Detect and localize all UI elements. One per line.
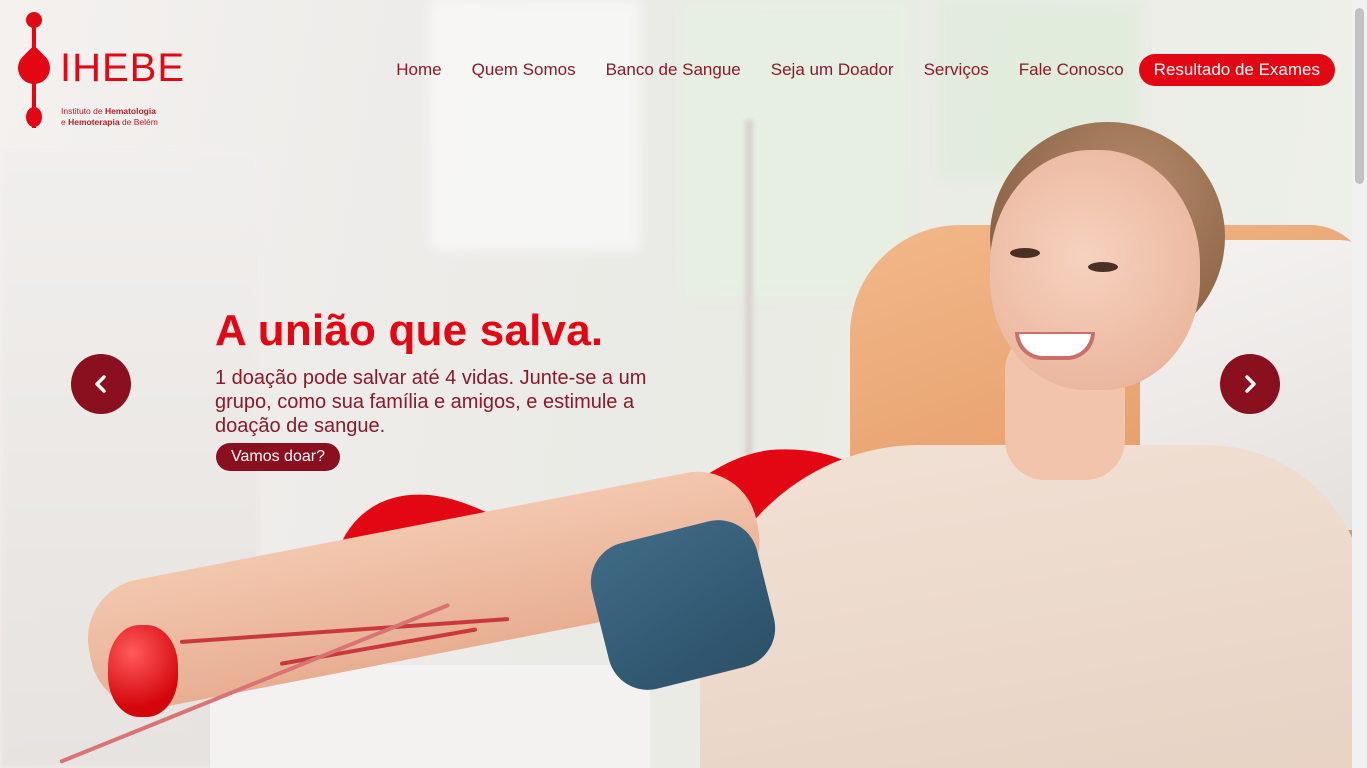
chevron-right-icon	[1245, 375, 1256, 393]
carousel-prev-button[interactable]	[71, 354, 131, 414]
nav-item-quem-somos[interactable]: Quem Somos	[457, 54, 591, 86]
donor-eye	[1010, 248, 1040, 258]
background-window	[680, 0, 910, 300]
hero-text: 1 doação pode salvar até 4 vidas. Junte-…	[215, 367, 647, 437]
nav-item-fale-conosco[interactable]: Fale Conosco	[1004, 54, 1139, 86]
donor-eye	[1088, 262, 1118, 272]
hero-title: A união que salva.	[215, 306, 604, 355]
background-window	[430, 0, 640, 250]
nav-item-home[interactable]: Home	[381, 54, 456, 86]
brand-subtitle-bold: Hemoterapia	[68, 117, 120, 127]
nav-item-banco-de-sangue[interactable]: Banco de Sangue	[591, 54, 756, 86]
nav-item-servicos[interactable]: Serviços	[909, 54, 1004, 86]
brand-logo[interactable]: IHEBE Instituto de Hematologia e Hemoter…	[11, 12, 184, 132]
blood-drop-icon	[11, 45, 57, 91]
nav-item-seja-um-doador[interactable]: Seja um Doador	[756, 54, 909, 86]
chevron-left-icon	[95, 375, 106, 393]
stress-ball	[108, 625, 178, 717]
brand-name: IHEBE	[60, 46, 186, 90]
scrollbar-thumb[interactable]	[1355, 8, 1364, 184]
brand-subtitle-bold: Hematologia	[104, 106, 156, 116]
brand-subtitle: Instituto de Hematologia e Hemoterapia d…	[61, 106, 191, 128]
brand-subtitle-text: Instituto de	[61, 106, 105, 116]
carousel-next-button[interactable]	[1220, 354, 1280, 414]
blood-drop-icon	[26, 107, 42, 127]
resultado-de-exames-button[interactable]: Resultado de Exames	[1138, 54, 1335, 86]
page-scrollbar[interactable]	[1352, 0, 1367, 768]
blood-drop-icon	[26, 12, 42, 28]
vamos-doar-button[interactable]: Vamos doar?	[216, 443, 340, 471]
main-nav: Home Quem Somos Banco de Sangue Seja um …	[381, 54, 1335, 86]
brand-subtitle-text: de Belém	[119, 117, 158, 127]
donor-torso	[700, 445, 1367, 768]
page: IHEBE Instituto de Hematologia e Hemoter…	[0, 0, 1367, 768]
